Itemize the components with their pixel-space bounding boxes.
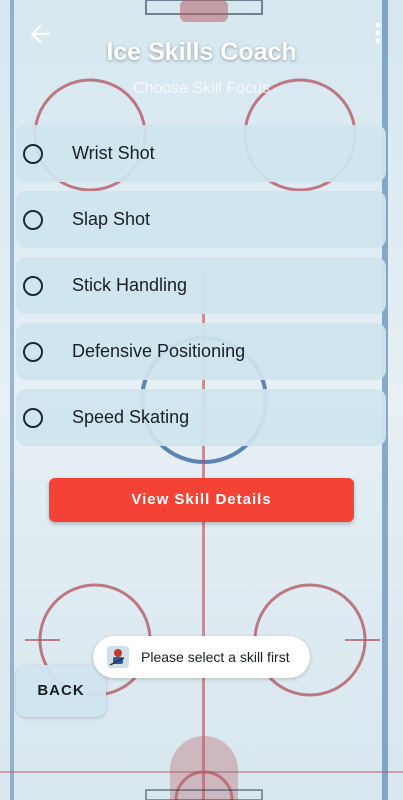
option-label: Stick Handling [72,275,188,295]
radio-button[interactable] [23,275,43,296]
toast-text: Please select a skill first [141,649,290,665]
option-label: Slap Shot [72,209,151,229]
radio-button[interactable] [23,209,43,230]
app-screen: Ice Skills Coach Choose Skill Focus Wris… [0,0,403,800]
option-speed-skating[interactable]: Speed Skating [16,389,386,446]
option-label: Wrist Shot [72,143,155,163]
option-wrist-shot[interactable]: Wrist Shot [16,125,386,182]
toast-message: Please select a skill first [93,636,310,678]
page-title: Ice Skills Coach [106,38,297,66]
back-button[interactable]: BACK [16,665,106,717]
radio-button[interactable] [23,143,43,164]
option-defensive-positioning[interactable]: Defensive Positioning [16,323,386,380]
page-subtitle: Choose Skill Focus [133,80,270,97]
option-label: Speed Skating [72,407,190,427]
option-stick-handling[interactable]: Stick Handling [16,257,386,314]
view-skill-details-button[interactable]: View Skill Details [49,478,354,522]
hockey-app-icon [107,646,129,668]
radio-button[interactable] [23,407,43,428]
radio-button[interactable] [23,341,43,362]
option-label: Defensive Positioning [72,341,246,361]
option-slap-shot[interactable]: Slap Shot [16,191,386,248]
